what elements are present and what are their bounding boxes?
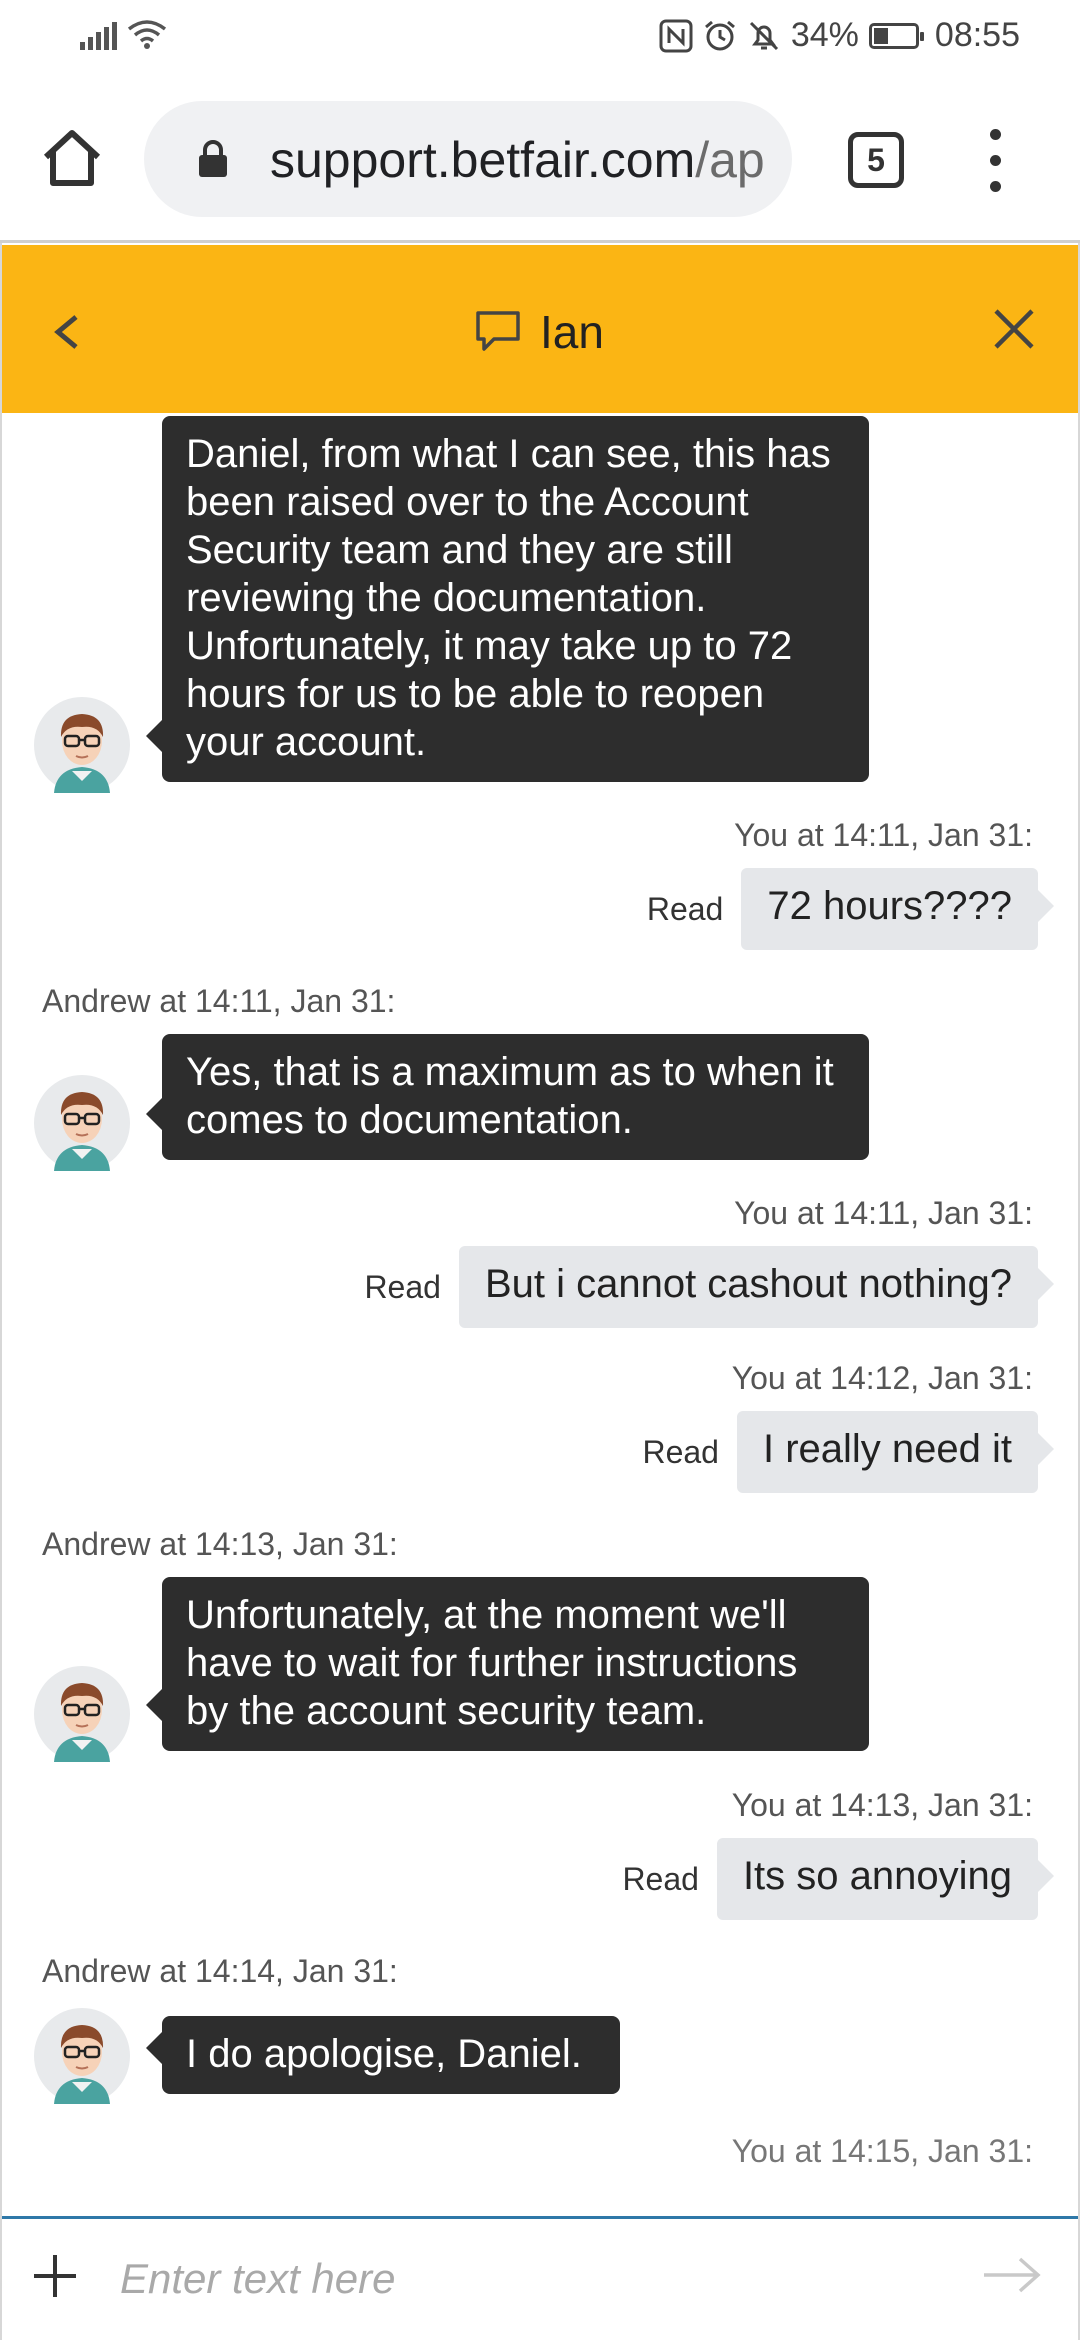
signal-icon [80,20,117,50]
read-receipt: Read [622,1860,699,1897]
agent-message: Daniel, from what I can see, this has be… [146,416,869,782]
message-meta: You at 14:11, Jan 31: [734,1195,1033,1231]
user-message: Its so annoying [716,1838,1055,1920]
agent-message: Unfortunately, at the moment we'll have … [146,1577,869,1751]
battery-icon [868,22,924,49]
user-message: 72 hours???? [741,868,1054,950]
url-path: /ap [695,132,765,188]
avatar-icon [34,1666,130,1762]
message-input[interactable] [120,2241,940,2317]
alarm-icon [704,20,735,50]
address-bar[interactable]: support.betfair.com/ap [144,101,792,217]
read-receipt: Read [364,1268,441,1305]
battery-fill [873,27,888,44]
url-text: support.betfair.com/ap [270,131,765,189]
read-receipt: Read [642,1433,719,1470]
url-domain: support.betfair.com [270,132,696,188]
user-message: I really need it [736,1411,1055,1493]
clock: 08:55 [934,16,1020,54]
tab-switcher-button[interactable]: 5 [848,132,904,188]
avatar-icon [34,1075,130,1171]
chat-header: Ian [2,245,1078,413]
send-icon[interactable] [982,2255,1042,2295]
user-message-row: Read Its so annoying [622,1838,1055,1920]
mute-icon [749,21,778,50]
agent-message: I do apologise, Daniel. [146,2016,620,2094]
battery-percent: 34% [790,16,859,54]
status-left [80,18,167,50]
message-meta: You at 14:11, Jan 31: [734,817,1033,853]
chat-transcript[interactable]: Daniel, from what I can see, this has be… [2,413,1078,2216]
user-message-row: Read 72 hours???? [646,868,1054,950]
browser-toolbar: support.betfair.com/ap 5 [0,75,1080,243]
user-message: But i cannot cashout nothing? [458,1246,1055,1328]
message-meta-partial: You at 14:15, Jan 31: [731,2133,1033,2169]
home-icon[interactable] [40,125,104,189]
message-meta: Andrew at 14:14, Jan 31: [42,1953,398,1989]
agent-name: Ian [540,306,604,358]
close-icon[interactable] [990,305,1038,353]
message-meta: Andrew at 14:13, Jan 31: [42,1526,398,1562]
user-message-row: Read I really need it [642,1411,1055,1493]
chat-icon [476,311,520,351]
message-meta: Andrew at 14:11, Jan 31: [42,983,396,1019]
status-bar: 34% 08:55 [0,0,1080,75]
overflow-menu-icon[interactable] [980,129,1010,193]
message-meta: You at 14:12, Jan 31: [731,1360,1033,1396]
back-icon[interactable] [42,307,92,357]
user-message-row: Read But i cannot cashout nothing? [364,1246,1055,1328]
plus-icon[interactable] [32,2253,78,2299]
status-right: 34% 08:55 [659,16,1020,55]
message-composer [2,2216,1078,2340]
chat-title: Ian [474,305,604,359]
avatar-icon [34,697,130,793]
wifi-icon [127,20,167,49]
message-meta: You at 14:13, Jan 31: [731,1787,1033,1823]
avatar-icon [34,2008,130,2104]
nfc-icon [659,19,693,52]
agent-message: Yes, that is a maximum as to when it com… [146,1034,869,1160]
lock-icon [199,140,227,177]
read-receipt: Read [646,890,724,927]
